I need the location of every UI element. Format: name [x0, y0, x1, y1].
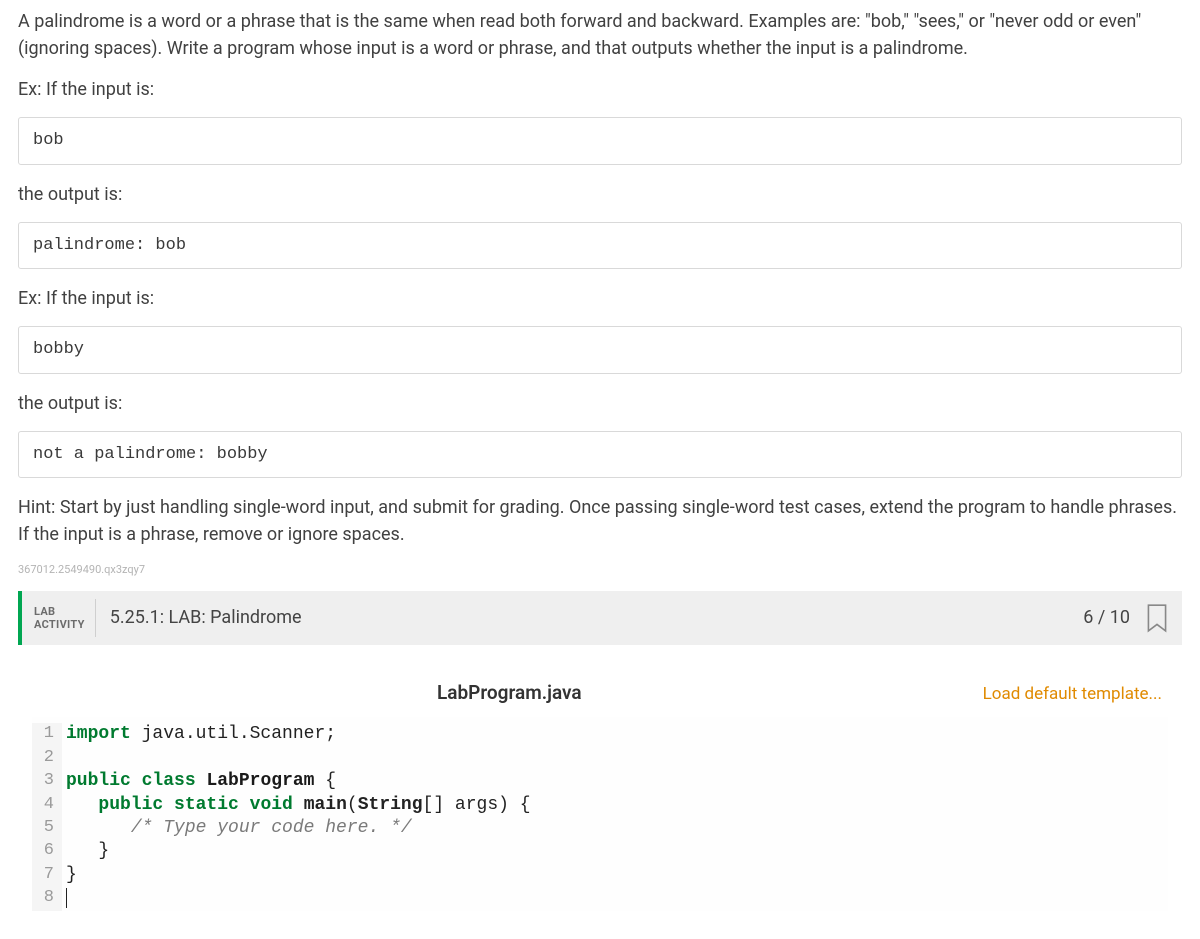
example2-input-box: bobby: [18, 326, 1182, 374]
bookmark-button[interactable]: [1140, 591, 1182, 645]
code-line[interactable]: 4 public static void main(String[] args)…: [32, 794, 1168, 817]
output2-label: the output is:: [18, 390, 1182, 417]
load-default-template-link[interactable]: Load default template...: [983, 682, 1164, 708]
example1-output-box: palindrome: bob: [18, 222, 1182, 270]
code-line[interactable]: 6 }: [32, 840, 1168, 863]
code-line[interactable]: 1import java.util.Scanner;: [32, 723, 1168, 746]
code-line[interactable]: 3public class LabProgram {: [32, 770, 1168, 793]
code-content[interactable]: public class LabProgram {: [62, 770, 336, 793]
bookmark-icon: [1144, 603, 1170, 633]
line-number: 5: [32, 817, 62, 840]
lab-badge-line1: LAB: [34, 605, 85, 618]
editor-panel: LabProgram.java Load default template...…: [18, 645, 1182, 911]
line-number: 3: [32, 770, 62, 793]
lab-title: 5.25.1: LAB: Palindrome: [96, 591, 1084, 645]
code-content[interactable]: }: [62, 840, 109, 863]
code-line[interactable]: 2: [32, 747, 1168, 770]
line-number: 8: [32, 887, 62, 910]
code-line[interactable]: 7}: [32, 864, 1168, 887]
lab-header: LAB ACTIVITY 5.25.1: LAB: Palindrome 6 /…: [18, 591, 1182, 645]
line-number: 2: [32, 747, 62, 770]
example2-label: Ex: If the input is:: [18, 285, 1182, 312]
code-content[interactable]: [62, 887, 67, 910]
line-number: 1: [32, 723, 62, 746]
code-content[interactable]: import java.util.Scanner;: [62, 723, 336, 746]
example1-input-box: bob: [18, 117, 1182, 165]
code-content[interactable]: public static void main(String[] args) {: [62, 794, 531, 817]
line-number: 6: [32, 840, 62, 863]
lab-badge-line2: ACTIVITY: [34, 618, 85, 631]
example2-output-box: not a palindrome: bobby: [18, 431, 1182, 479]
output1-label: the output is:: [18, 181, 1182, 208]
code-line[interactable]: 5 /* Type your code here. */: [32, 817, 1168, 840]
line-number: 7: [32, 864, 62, 887]
lab-activity-badge: LAB ACTIVITY: [22, 599, 96, 637]
editor-filename: LabProgram.java: [36, 679, 983, 708]
text-cursor: [66, 888, 67, 908]
code-line[interactable]: 8: [32, 887, 1168, 910]
code-content[interactable]: /* Type your code here. */: [62, 817, 412, 840]
problem-intro: A palindrome is a word or a phrase that …: [18, 8, 1182, 62]
content-id: 367012.2549490.qx3zqy7: [18, 562, 1182, 579]
code-content[interactable]: }: [62, 864, 77, 887]
example1-label: Ex: If the input is:: [18, 76, 1182, 103]
code-editor[interactable]: 1import java.util.Scanner;2 3public clas…: [32, 717, 1168, 910]
lab-score: 6 / 10: [1083, 591, 1140, 645]
hint-text: Hint: Start by just handling single-word…: [18, 494, 1182, 548]
line-number: 4: [32, 794, 62, 817]
code-content[interactable]: [62, 747, 77, 770]
